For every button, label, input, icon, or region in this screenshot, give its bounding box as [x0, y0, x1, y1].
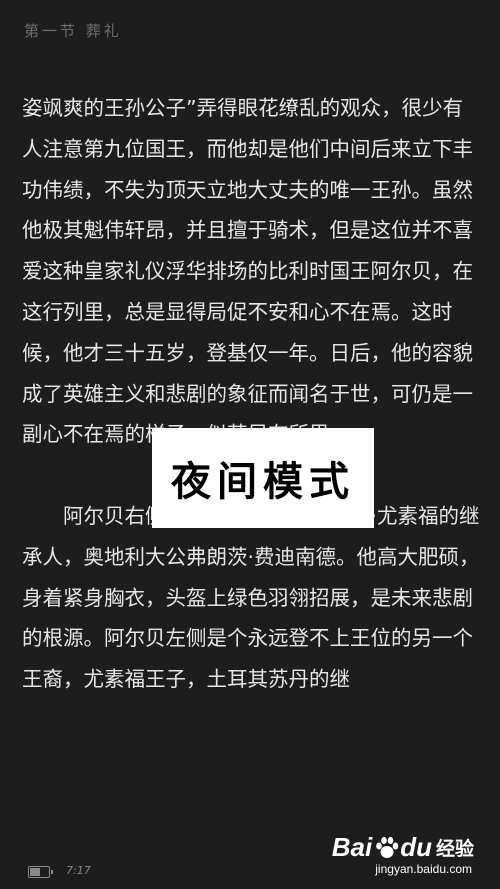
night-mode-label-text: 夜间模式 — [171, 458, 355, 505]
clock-time: 7:17 — [66, 864, 91, 877]
watermark-brand-right: du — [400, 832, 432, 862]
baidu-jingyan-watermark: Bai du 经验 — [332, 832, 474, 863]
watermark-url: jingyan.baidu.com — [375, 862, 472, 876]
watermark-brand-left: Bai — [331, 832, 373, 862]
battery-icon — [28, 866, 53, 878]
status-footer: 7:17 Bai du 经验 jingyan.baidu.com — [0, 832, 500, 889]
battery-level-fill — [30, 868, 40, 876]
baidu-paw-icon — [376, 836, 399, 858]
chapter-title: 第一节 葬礼 — [24, 22, 122, 40]
paragraph-1: 姿飒爽的王孙公子”弄得眼花缭乱的观众，很少有人注意第九位国王，而他却是他们中间后… — [22, 96, 473, 447]
reader-content[interactable]: 姿飒爽的王孙公子”弄得眼花缭乱的观众，很少有人注意第九位国王，而他却是他们中间后… — [22, 88, 480, 700]
night-mode-label: 夜间模式 — [152, 428, 374, 528]
watermark-brand-cn: 经验 — [435, 838, 474, 860]
